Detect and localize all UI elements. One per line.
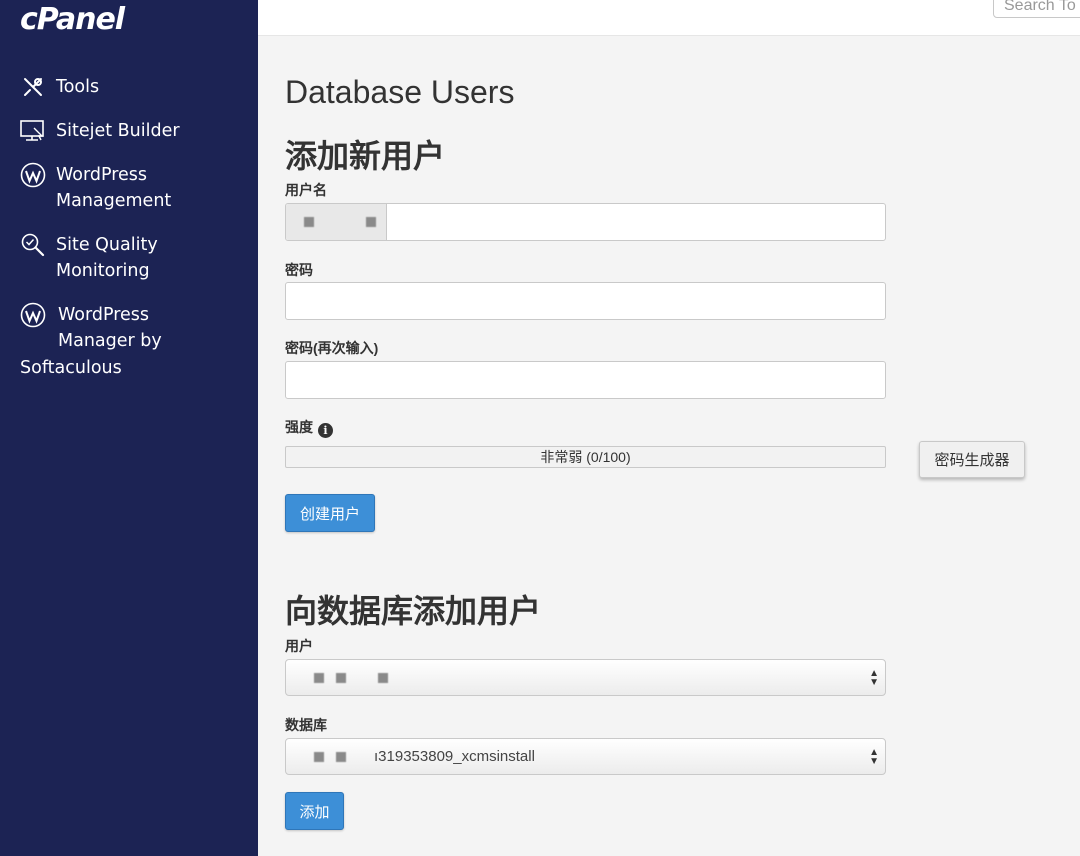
sidebar-item-label: Tools xyxy=(56,77,100,97)
add-button[interactable]: 添加 xyxy=(285,792,344,830)
info-icon[interactable]: i xyxy=(318,423,333,438)
user-label: 用户 xyxy=(285,638,313,654)
page-title: Database Users xyxy=(285,74,515,110)
sidebar-item-label: WordPress Manager by xyxy=(58,305,162,351)
add-user-section-title: 添加新用户 xyxy=(285,138,446,174)
redacted-block xyxy=(366,217,376,227)
password-again-field[interactable] xyxy=(285,361,886,399)
select-arrows-icon: ▲ ▼ xyxy=(869,668,879,688)
user-select[interactable]: ▲ ▼ xyxy=(285,659,886,696)
search-input[interactable]: Search To xyxy=(993,0,1080,18)
sidebar-item-label: Sitejet Builder xyxy=(56,121,180,141)
wordpress-icon xyxy=(20,162,46,188)
create-user-button[interactable]: 创建用户 xyxy=(285,494,375,532)
database-select[interactable]: ı319353809_xcmsinstall ▲ ▼ xyxy=(285,738,886,775)
sitejet-icon xyxy=(20,118,46,144)
search-quality-icon xyxy=(20,232,46,258)
strength-label-text: 强度 xyxy=(285,419,313,435)
sidebar-item-tools[interactable]: Tools xyxy=(20,74,99,100)
add-user-to-db-section-title: 向数据库添加用户 xyxy=(285,593,542,629)
redacted-value xyxy=(314,751,368,762)
select-arrows-icon: ▲ ▼ xyxy=(869,747,879,767)
username-field[interactable] xyxy=(285,203,886,241)
cpanel-logo[interactable]: cPanel xyxy=(20,2,125,37)
sidebar-item-label: Softaculous xyxy=(20,358,122,378)
database-label: 数据库 xyxy=(285,717,327,733)
sidebar-item-site-quality-monitoring[interactable]: Site Quality Monitoring xyxy=(20,232,158,284)
password-label: 密码 xyxy=(285,262,313,278)
sidebar-item-wordpress-management[interactable]: WordPress Management xyxy=(20,162,171,214)
username-input[interactable] xyxy=(387,204,885,240)
sidebar-item-wordpress-manager[interactable]: WordPress Manager by xyxy=(20,302,162,354)
tools-icon xyxy=(20,74,46,100)
top-header: Search To xyxy=(258,0,1080,36)
sidebar: cPanel Tools Sitejet Builder WordPress M… xyxy=(0,0,258,856)
password-generator-button[interactable]: 密码生成器 xyxy=(919,441,1025,478)
password-strength-meter: 非常弱 (0/100) xyxy=(285,446,886,468)
strength-label: 强度 i xyxy=(285,417,333,438)
wordpress-icon xyxy=(20,302,46,328)
sidebar-item-label: WordPress Management xyxy=(56,165,172,211)
database-select-value: ı319353809_xcmsinstall xyxy=(374,748,535,765)
password-field[interactable] xyxy=(285,282,886,320)
redacted-value xyxy=(314,672,388,683)
username-label: 用户名 xyxy=(285,182,327,198)
redacted-block xyxy=(304,217,314,227)
sidebar-item-wordpress-manager-extra[interactable]: Softaculous xyxy=(20,355,122,381)
password-again-label: 密码(再次输入) xyxy=(285,340,379,356)
sidebar-item-sitejet-builder[interactable]: Sitejet Builder xyxy=(20,118,180,144)
sidebar-item-label: Site Quality Monitoring xyxy=(56,235,158,281)
username-prefix xyxy=(286,204,387,240)
